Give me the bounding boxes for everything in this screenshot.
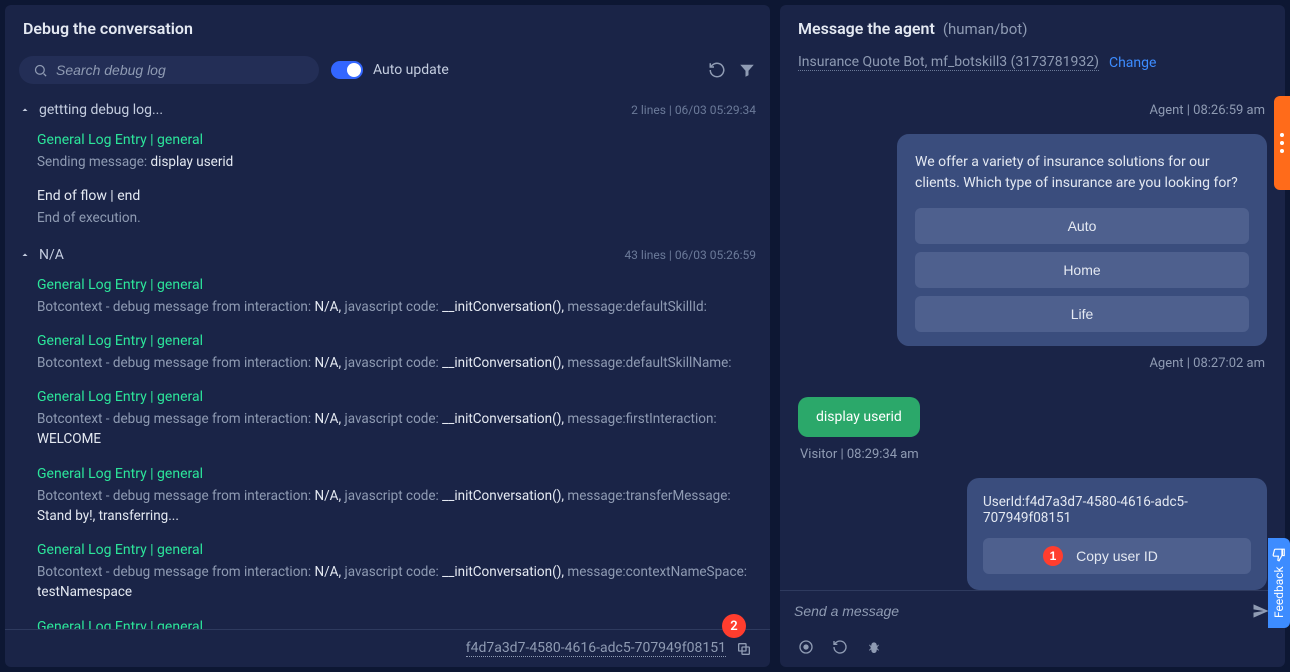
auto-update-toggle-wrap: Auto update	[331, 61, 449, 79]
filter-icon[interactable]	[738, 61, 756, 79]
feedback-label: Feedback	[1272, 566, 1286, 618]
log-entry: General Log Entry | general Botcontext -…	[19, 327, 756, 383]
userid-card: UserId:f4d7a3d7-4580-4616-adc5-707949f08…	[967, 478, 1267, 590]
message-agent-panel: Message the agent (human/bot) Insurance …	[780, 5, 1285, 667]
log-group-title: gettting debug log...	[39, 102, 163, 118]
debug-panel: Debug the conversation Auto update gettt…	[5, 5, 770, 667]
message-agent-header: Message the agent (human/bot)	[780, 5, 1285, 50]
log-group-header[interactable]: N/A 43 lines | 06/03 05:26:59	[19, 239, 756, 271]
thumbs-up-icon	[1272, 548, 1286, 562]
message-agent-subtitle: (human/bot)	[943, 20, 1028, 38]
visitor-message-bubble: display userid	[798, 397, 920, 437]
chevron-up-icon	[19, 104, 31, 116]
chevron-up-icon	[19, 249, 31, 261]
log-entry: General Log Entry | general Sending mess…	[19, 126, 756, 182]
copy-userid-button[interactable]: 1 Copy user ID	[983, 538, 1251, 574]
message-meta: Agent | 08:27:02 am	[1149, 356, 1265, 371]
agent-message-text: We offer a variety of insurance solution…	[915, 152, 1249, 194]
compose-bar	[780, 590, 1285, 631]
chat-bottom-icons	[780, 631, 1285, 667]
log-entry-body: Botcontext - debug message from interact…	[37, 297, 756, 317]
side-tab-orange[interactable]	[1274, 96, 1290, 190]
log-entry-title: General Log Entry | general	[37, 619, 756, 630]
bug-icon[interactable]	[866, 639, 882, 655]
copy-icon[interactable]	[736, 641, 752, 657]
log-container: gettting debug log... 2 lines | 06/03 05…	[5, 94, 770, 629]
copy-userid-label: Copy user ID	[1076, 548, 1158, 564]
option-life-button[interactable]: Life	[915, 296, 1249, 332]
log-entry-title: General Log Entry | general	[37, 466, 756, 482]
message-agent-title: Message the agent	[798, 19, 935, 38]
debug-footer: 2 f4d7a3d7-4580-4616-adc5-707949f08151	[5, 629, 770, 667]
log-entry-body: Botcontext - debug message from interact…	[37, 562, 756, 603]
agent-message-card: We offer a variety of insurance solution…	[897, 134, 1267, 346]
chat-scroll: Agent | 08:26:59 am We offer a variety o…	[780, 83, 1285, 590]
auto-update-toggle[interactable]	[331, 61, 363, 79]
log-group-meta: 2 lines | 06/03 05:29:34	[631, 103, 756, 117]
log-group-meta: 43 lines | 06/03 05:26:59	[624, 248, 756, 262]
log-entry: General Log Entry | general Botcontext -…	[19, 271, 756, 327]
log-entry: End of flow | end End of execution.	[19, 182, 756, 238]
log-entry-body: End of execution.	[37, 208, 756, 228]
log-entry: General Log Entry | general Botcontext -…	[19, 460, 756, 537]
log-entry-title: General Log Entry | general	[37, 277, 756, 293]
log-entry-title: General Log Entry | general	[37, 542, 756, 558]
badge-2: 2	[722, 614, 746, 638]
search-input-wrap[interactable]	[19, 56, 319, 84]
feedback-tab[interactable]: Feedback	[1268, 538, 1290, 628]
badge-1: 1	[1043, 546, 1063, 566]
reset-icon[interactable]	[832, 639, 848, 655]
log-entry: General Log Entry | general Botcontext -…	[19, 383, 756, 460]
change-bot-link[interactable]: Change	[1109, 55, 1156, 71]
auto-update-label: Auto update	[373, 62, 449, 78]
compose-input[interactable]	[794, 603, 1241, 619]
log-entry-title: General Log Entry | general	[37, 132, 756, 148]
search-input[interactable]	[56, 62, 305, 78]
option-auto-button[interactable]: Auto	[915, 208, 1249, 244]
userid-text: UserId:f4d7a3d7-4580-4616-adc5-707949f08…	[983, 494, 1251, 526]
footer-user-id[interactable]: f4d7a3d7-4580-4616-adc5-707949f08151	[466, 640, 726, 657]
record-icon[interactable]	[798, 639, 814, 655]
log-entry-body: Sending message: display userid	[37, 152, 756, 172]
log-entry-title: End of flow | end	[37, 188, 756, 204]
log-entry: General Log Entry | general Botcontext -…	[19, 613, 756, 630]
message-meta: Visitor | 08:29:34 am	[800, 447, 919, 462]
bot-name[interactable]: Insurance Quote Bot, mf_botskill3 (31737…	[798, 54, 1099, 71]
debug-panel-title: Debug the conversation	[5, 5, 770, 50]
option-home-button[interactable]: Home	[915, 252, 1249, 288]
log-entry-body: Botcontext - debug message from interact…	[37, 409, 756, 450]
log-entry-body: Botcontext - debug message from interact…	[37, 486, 756, 527]
undo-icon[interactable]	[708, 61, 726, 79]
log-group-title: N/A	[39, 247, 64, 263]
log-entry-title: General Log Entry | general	[37, 389, 756, 405]
log-entry-title: General Log Entry | general	[37, 333, 756, 349]
search-icon	[33, 63, 48, 78]
log-entry: General Log Entry | general Botcontext -…	[19, 536, 756, 613]
bot-info-bar: Insurance Quote Bot, mf_botskill3 (31737…	[780, 50, 1285, 83]
log-entry-body: Botcontext - debug message from interact…	[37, 353, 756, 373]
log-group-header[interactable]: gettting debug log... 2 lines | 06/03 05…	[19, 94, 756, 126]
debug-toolbar: Auto update	[5, 50, 770, 94]
message-meta: Agent | 08:26:59 am	[1149, 103, 1265, 118]
